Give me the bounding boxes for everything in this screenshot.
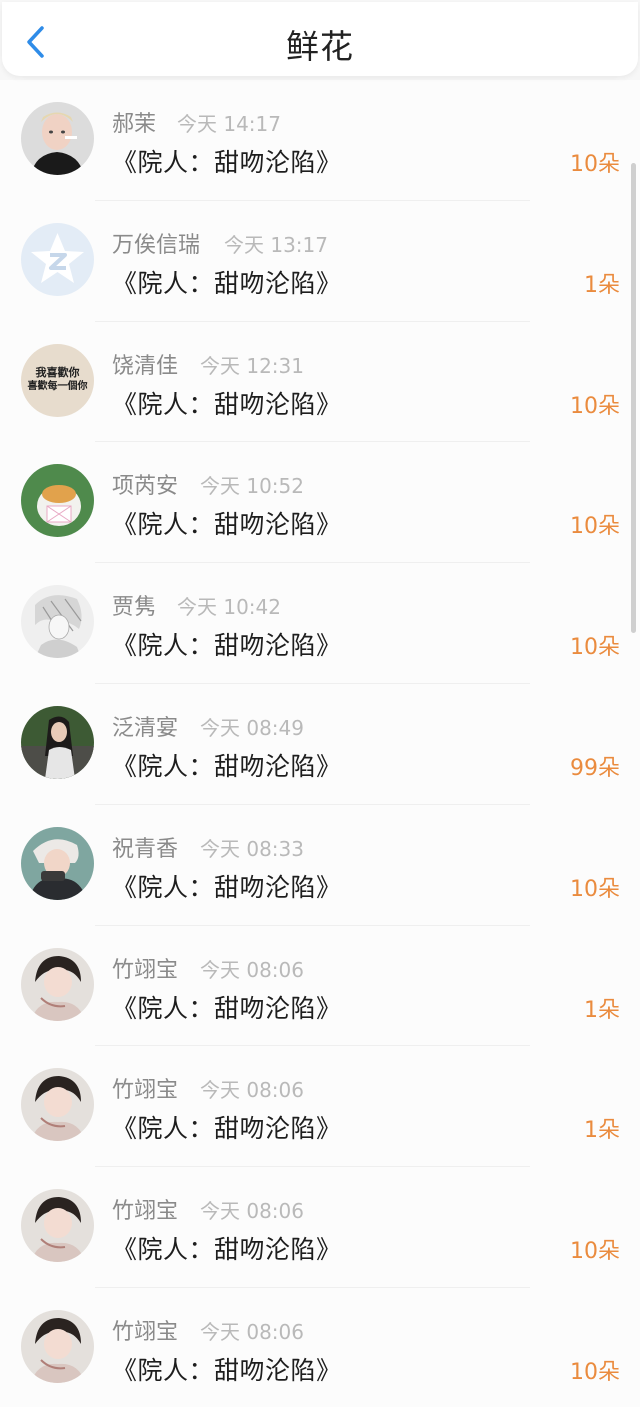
work-title: 《院人：甜吻沦陷》: [112, 1355, 342, 1385]
page-title: 鲜花: [286, 27, 354, 66]
flower-count: 10朵: [570, 1359, 620, 1385]
avatar[interactable]: [21, 222, 94, 296]
sender-name: 项芮安: [112, 474, 179, 500]
flower-count: 10朵: [570, 152, 620, 177]
send-time: 今天 08:33: [200, 836, 304, 861]
sender-name: 郝茉: [112, 112, 157, 137]
avatar[interactable]: [21, 1309, 94, 1383]
work-title: 《院人：甜吻沦陷》: [112, 268, 342, 298]
sender-name: 贾隽: [112, 595, 157, 621]
send-time: 今天 14:17: [177, 112, 281, 136]
list-item[interactable]: 贾隽 今天 10:42 《院人：甜吻沦陷》 10朵: [0, 563, 640, 684]
work-title: 《院人：甜吻沦陷》: [112, 751, 342, 781]
send-time: 今天 08:06: [200, 1199, 304, 1224]
sender-name: 祝青香: [112, 836, 179, 862]
flower-count: 10朵: [570, 635, 620, 661]
list-item[interactable]: 竹翊宝 今天 08:06 《院人：甜吻沦陷》 1朵: [0, 1046, 640, 1168]
avatar[interactable]: [21, 464, 94, 538]
avatar[interactable]: [21, 826, 94, 900]
avatar[interactable]: [21, 1189, 94, 1263]
flower-count: 10朵: [570, 393, 620, 419]
flower-count: 10朵: [570, 876, 620, 902]
list-item[interactable]: 万俟信瑞 今天 13:17 《院人：甜吻沦陷》 1朵: [0, 201, 640, 322]
avatar[interactable]: [21, 947, 94, 1021]
send-time: 今天 08:49: [200, 715, 304, 740]
flower-count: 1朵: [584, 997, 620, 1023]
work-title: 《院人：甜吻沦陷》: [112, 510, 342, 540]
list-item[interactable]: 泛清宴 今天 08:49 《院人：甜吻沦陷》 99朵: [0, 684, 640, 805]
avatar[interactable]: [21, 102, 94, 175]
sender-name: 万俟信瑞: [112, 232, 201, 258]
sender-name: 竹翊宝: [112, 1319, 179, 1345]
send-time: 今天 10:52: [200, 474, 304, 499]
work-title: 《院人：甜吻沦陷》: [112, 389, 342, 419]
list-item[interactable]: 我喜歡你 喜歡每一個你 饶清佳 今天 12:31 《院人：甜吻沦陷》 10朵: [0, 322, 640, 443]
work-title: 《院人：甜吻沦陷》: [112, 1235, 342, 1265]
work-title: 《院人：甜吻沦陷》: [112, 993, 342, 1023]
flower-count: 1朵: [584, 1118, 620, 1144]
avatar[interactable]: [21, 705, 94, 779]
send-time: 今天 13:17: [224, 232, 328, 257]
send-time: 今天 08:06: [200, 1319, 304, 1344]
flower-count: 10朵: [570, 1239, 620, 1265]
scrollbar[interactable]: [631, 163, 636, 633]
sender-name: 饶清佳: [112, 353, 179, 379]
list-item[interactable]: 竹翊宝 今天 08:06 《院人：甜吻沦陷》 10朵: [0, 1167, 640, 1288]
flower-count: 10朵: [570, 514, 620, 540]
top-bar: 鲜花: [2, 2, 638, 76]
sender-name: 泛清宴: [112, 715, 179, 741]
sender-name: 竹翊宝: [112, 1078, 179, 1104]
avatar[interactable]: [21, 1068, 94, 1142]
send-time: 今天 10:42: [177, 595, 281, 620]
list-item[interactable]: 祝青香 今天 08:33 《院人：甜吻沦陷》 10朵: [0, 805, 640, 926]
avatar[interactable]: 我喜歡你 喜歡每一個你: [21, 343, 94, 417]
list-item[interactable]: 竹翊宝 今天 08:06 《院人：甜吻沦陷》 10朵: [0, 1288, 640, 1407]
list-item[interactable]: 郝茉 今天 14:17 《院人：甜吻沦陷》 10朵: [0, 80, 640, 201]
avatar[interactable]: [21, 585, 94, 659]
sender-name: 竹翊宝: [112, 1199, 179, 1225]
send-time: 今天 08:06: [200, 957, 304, 982]
work-title: 《院人：甜吻沦陷》: [112, 872, 342, 902]
send-time: 今天 08:06: [200, 1078, 304, 1103]
send-time: 今天 12:31: [200, 353, 304, 378]
avatar-text: 喜歡每一個你: [27, 381, 88, 393]
work-title: 《院人：甜吻沦陷》: [112, 148, 342, 177]
list-item[interactable]: 项芮安 今天 10:52 《院人：甜吻沦陷》 10朵: [0, 442, 640, 564]
flower-count: 1朵: [584, 272, 620, 298]
list-item[interactable]: 竹翊宝 今天 08:06 《院人：甜吻沦陷》 1朵: [0, 926, 640, 1047]
avatar-text: 我喜歡你: [35, 366, 80, 380]
work-title: 《院人：甜吻沦陷》: [112, 631, 342, 661]
flower-count: 99朵: [570, 755, 620, 781]
flower-list[interactable]: 郝茉 今天 14:17 《院人：甜吻沦陷》 10朵 万俟信瑞 今天 13:17 …: [0, 80, 640, 1407]
work-title: 《院人：甜吻沦陷》: [112, 1114, 342, 1144]
sender-name: 竹翊宝: [112, 957, 179, 983]
